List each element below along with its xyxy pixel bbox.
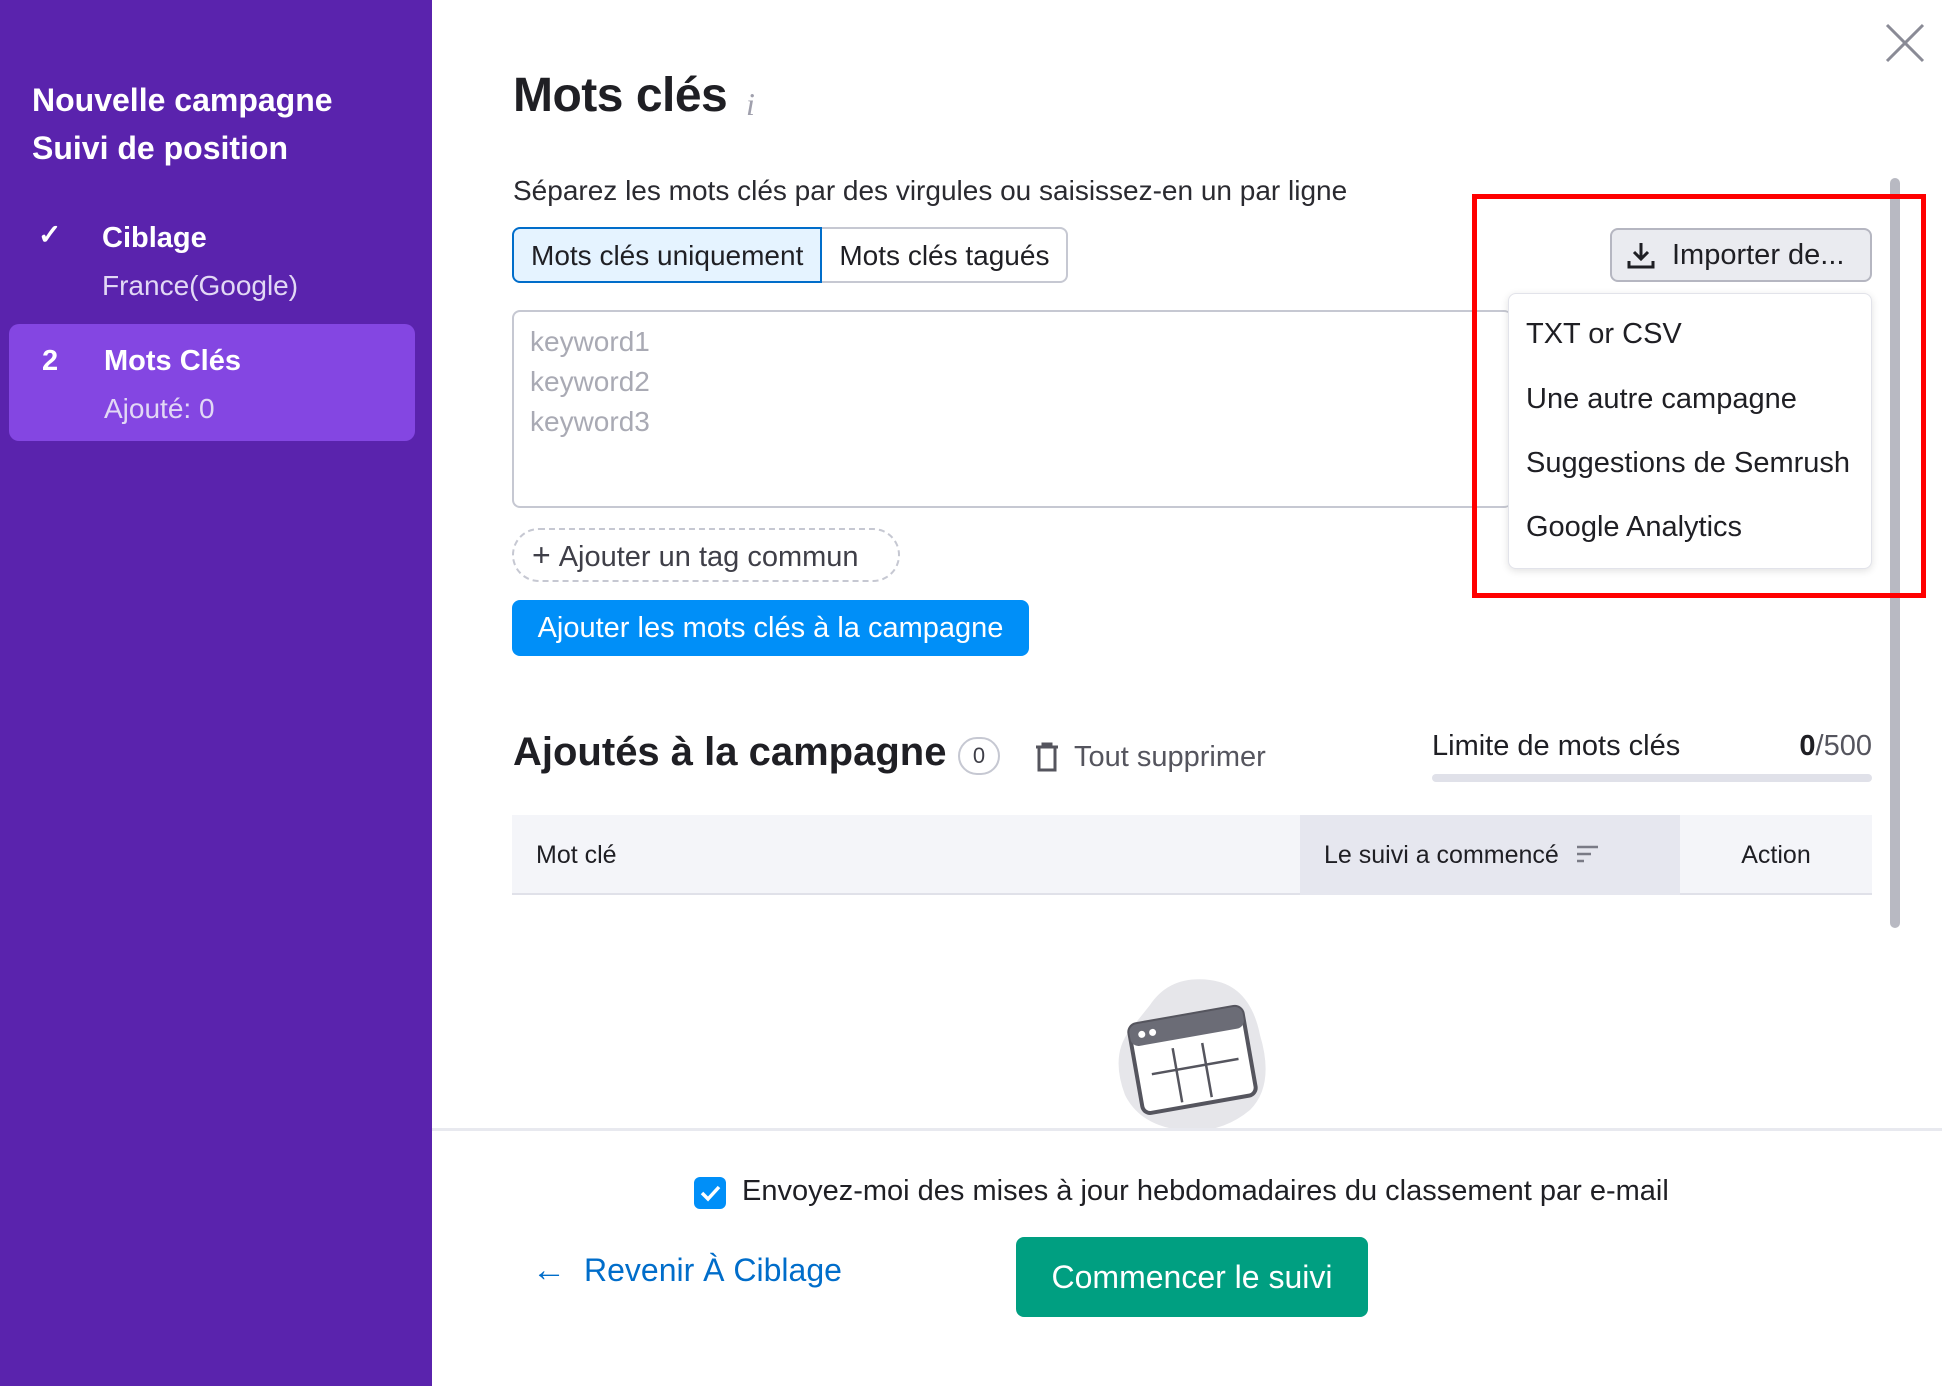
sidebar-title: Nouvelle campagne Suivi de position	[32, 76, 333, 172]
empty-table-illustration	[1110, 975, 1275, 1135]
placeholder-line: keyword3	[530, 406, 650, 437]
delete-all-label: Tout supprimer	[1074, 740, 1266, 773]
tab-keywords-only[interactable]: Mots clés uniquement	[512, 227, 823, 283]
delete-all-button[interactable]: Tout supprimer	[1034, 737, 1266, 777]
keyword-limit-value: 0/500	[1700, 730, 1872, 763]
email-updates-label[interactable]: Envoyez-moi des mises à jour hebdomadair…	[742, 1175, 1669, 1208]
header-action: Action	[1741, 841, 1811, 869]
info-icon[interactable]: i	[746, 86, 755, 123]
sidebar-title-line2: Suivi de position	[32, 130, 289, 166]
plus-icon: +	[532, 537, 551, 573]
tab-tagged-keywords[interactable]: Mots clés tagués	[822, 227, 1069, 283]
header-keyword[interactable]: Mot clé	[536, 815, 617, 895]
checkmark-icon: ✓	[38, 219, 62, 250]
header-tracking-started[interactable]: Le suivi a commencé	[1300, 815, 1680, 895]
step-mots-cles[interactable]: 2 Mots Clés Ajouté: 0	[9, 324, 415, 441]
arrow-left-icon: ←	[532, 1251, 566, 1289]
keywords-textarea[interactable]: keyword1 keyword2 keyword3	[512, 310, 1512, 508]
back-label: Revenir À Ciblage	[584, 1252, 842, 1288]
step-name: Ciblage	[102, 222, 207, 254]
limit-total: /500	[1815, 730, 1872, 762]
sidebar-title-line1: Nouvelle campagne	[32, 82, 333, 118]
limit-used: 0	[1799, 730, 1816, 762]
close-icon[interactable]	[1884, 22, 1926, 64]
highlight-box	[1472, 194, 1926, 598]
footer: Envoyez-moi des mises à jour hebdomadair…	[432, 1128, 1942, 1386]
back-to-targeting-link[interactable]: ← Revenir À Ciblage	[532, 1251, 842, 1290]
page-title: Mots clés	[513, 69, 728, 122]
step-name: Mots Clés	[104, 345, 241, 377]
section-title: Ajoutés à la campagne	[513, 730, 947, 774]
step-sub: Ajouté: 0	[104, 393, 215, 424]
count-badge: 0	[958, 737, 1000, 775]
table-header: Mot clé Le suivi a commencé Action	[512, 815, 1872, 895]
step-ciblage[interactable]: ✓ Ciblage France(Google)	[0, 210, 432, 310]
header-tracking-started-label: Le suivi a commencé	[1324, 841, 1559, 869]
email-updates-checkbox[interactable]	[694, 1177, 726, 1209]
start-tracking-button[interactable]: Commencer le suivi	[1016, 1237, 1368, 1317]
instructions-text: Séparez les mots clés par des virgules o…	[513, 175, 1348, 206]
checkmark-icon	[700, 1185, 721, 1202]
keyword-limit-bar	[1432, 774, 1872, 782]
keyword-limit-label: Limite de mots clés	[1432, 730, 1681, 762]
sort-icon[interactable]	[1576, 816, 1600, 896]
add-keywords-button[interactable]: Ajouter les mots clés à la campagne	[512, 600, 1029, 656]
add-common-tag-label: Ajouter un tag commun	[558, 541, 859, 573]
keyword-mode-toggle: Mots clés uniquement Mots clés tagués	[512, 227, 1069, 283]
step-sub: France(Google)	[102, 270, 299, 301]
add-common-tag-button[interactable]: + Ajouter un tag commun	[512, 528, 900, 582]
placeholder-line: keyword2	[530, 366, 650, 397]
sidebar: Nouvelle campagne Suivi de position ✓ Ci…	[0, 0, 432, 1386]
placeholder-line: keyword1	[530, 326, 650, 357]
trash-icon	[1036, 742, 1058, 772]
step-number: 2	[42, 345, 59, 377]
